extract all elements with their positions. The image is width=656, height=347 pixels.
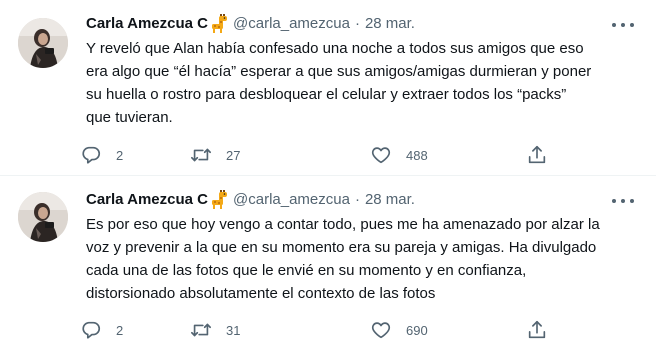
tweet-text-line: Es por eso que hoy vengo a contar todo, … — [86, 216, 600, 233]
tweet-text-line: era algo que “él hacía” esperar a que su… — [86, 63, 592, 80]
like-count: 488 — [406, 147, 428, 163]
tweet-text: Es por eso que hoy vengo a contar todo, … — [86, 213, 642, 305]
display-name[interactable]: Carla Amezcua C — [86, 191, 208, 208]
like-button[interactable]: 690 — [370, 318, 428, 342]
tweet-text-line: cada una de las fotos que le envié en su… — [86, 262, 527, 279]
tweet[interactable]: Carla Amezcua C @carla_amezcua · 28 mar.… — [0, 176, 656, 347]
tweet-text-line: distorsionado absolutamente el contexto … — [86, 285, 436, 302]
retweet-icon — [191, 148, 211, 162]
retweet-count: 31 — [226, 322, 241, 338]
avatar[interactable] — [18, 18, 68, 68]
share-icon — [528, 320, 546, 339]
giraffe-emoji-icon — [210, 13, 228, 33]
like-count: 690 — [406, 322, 428, 338]
giraffe-emoji-icon — [210, 189, 228, 209]
retweet-button[interactable]: 31 — [190, 318, 240, 342]
reply-button[interactable]: 2 — [80, 143, 123, 167]
retweet-button[interactable]: 27 — [190, 143, 240, 167]
share-icon — [528, 145, 546, 164]
separator-dot: · — [354, 190, 360, 208]
avatar[interactable] — [18, 192, 68, 242]
retweet-icon — [191, 323, 211, 337]
tweet-text-line: Y reveló que Alan había confesado una no… — [86, 40, 584, 57]
like-button[interactable]: 488 — [370, 143, 428, 167]
reply-icon — [82, 146, 101, 164]
reply-count: 2 — [116, 322, 124, 338]
separator-dot: · — [354, 14, 360, 32]
more-icon[interactable] — [612, 18, 634, 32]
tweet-date[interactable]: 28 mar. — [365, 191, 415, 208]
handle[interactable]: @carla_amezcua — [233, 191, 350, 208]
tweet-text: Y reveló que Alan había confesado una no… — [86, 37, 642, 129]
handle[interactable]: @carla_amezcua — [233, 15, 350, 32]
tweet-actions: 2 27 488 — [80, 143, 560, 167]
tweet[interactable]: Carla Amezcua C @carla_amezcua · 28 mar.… — [0, 0, 656, 175]
heart-icon — [371, 147, 391, 164]
reply-count: 2 — [116, 147, 124, 163]
retweet-count: 27 — [226, 147, 241, 163]
tweet-date[interactable]: 28 mar. — [365, 15, 415, 32]
tweet-actions: 2 31 690 — [80, 318, 560, 342]
tweet-text-line: su huella o rostro para desbloquear el c… — [86, 86, 567, 103]
heart-icon — [371, 322, 391, 339]
share-button[interactable] — [526, 318, 548, 342]
tweet-text-line: voz y prevenir a la que en su momento er… — [86, 239, 597, 256]
tweet-header: Carla Amezcua C @carla_amezcua · 28 mar. — [86, 188, 415, 210]
more-icon[interactable] — [612, 194, 634, 208]
display-name[interactable]: Carla Amezcua C — [86, 15, 208, 32]
share-button[interactable] — [526, 143, 548, 167]
tweet-text-line: que tuvieran. — [86, 109, 173, 126]
tweet-header: Carla Amezcua C @carla_amezcua · 28 mar. — [86, 12, 415, 34]
reply-button[interactable]: 2 — [80, 318, 123, 342]
reply-icon — [82, 321, 101, 339]
